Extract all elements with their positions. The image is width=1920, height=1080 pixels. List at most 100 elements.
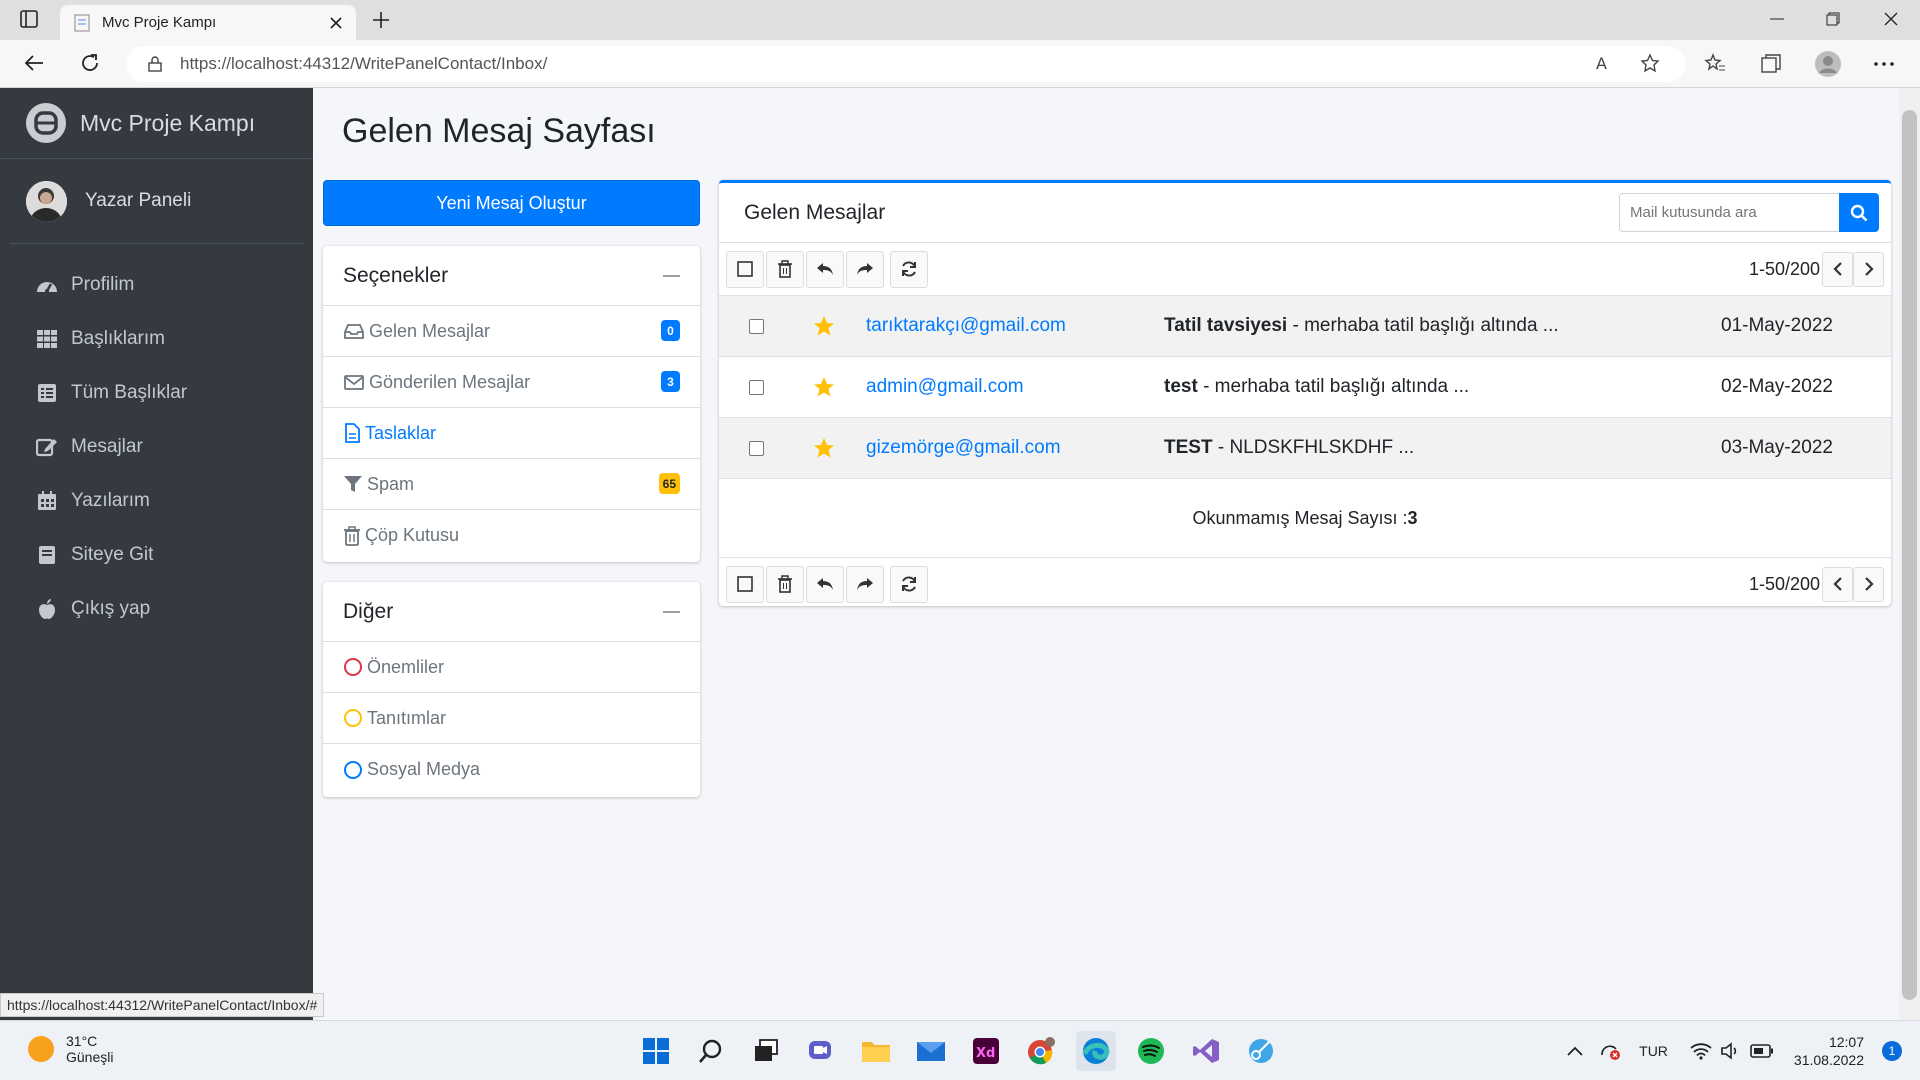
folder-spam[interactable]: Spam 65 [323, 459, 700, 510]
star-icon[interactable] [794, 376, 854, 398]
read-aloud-icon[interactable]: A [1596, 54, 1616, 72]
mail-subject[interactable]: TEST - NLDSKFHLSKDHF ... [1164, 437, 1721, 459]
browser-tab[interactable]: Mvc Proje Kampı [60, 5, 356, 40]
sidebar-item-yazilarim[interactable]: Yazılarım [0, 474, 313, 528]
star-icon[interactable] [794, 437, 854, 459]
chrome-icon[interactable] [1021, 1031, 1061, 1071]
add-favorite-icon[interactable] [1640, 53, 1662, 75]
refresh-icon[interactable] [80, 53, 100, 73]
start-icon[interactable] [636, 1031, 676, 1071]
folder-cop-kutusu[interactable]: Çöp Kutusu [323, 510, 700, 561]
url-field[interactable]: https://localhost:44312/WritePanelContac… [126, 46, 1686, 82]
label-sosyal-medya[interactable]: Sosyal Medya [323, 744, 700, 795]
battery-icon[interactable] [1750, 1044, 1774, 1058]
file-explorer-icon[interactable] [856, 1031, 896, 1071]
mail-subject[interactable]: test - merhaba tatil başlığı altında ... [1164, 376, 1721, 398]
search-icon[interactable] [691, 1031, 731, 1071]
prev-page-button[interactable] [1822, 566, 1853, 602]
checkbox-icon [737, 261, 753, 277]
spotify-icon[interactable] [1131, 1031, 1171, 1071]
back-icon[interactable] [24, 54, 44, 72]
visual-studio-icon[interactable] [1186, 1031, 1226, 1071]
sidebar-item-profilim[interactable]: Profilim [0, 258, 313, 312]
refresh-button[interactable] [890, 250, 928, 288]
scrollbar-thumb[interactable] [1902, 110, 1917, 1000]
collapse-icon[interactable] [663, 610, 680, 613]
select-all-button[interactable] [726, 565, 764, 603]
circle-warning-icon [343, 708, 363, 728]
mail-row[interactable]: gizemörge@gmail.com TEST - NLDSKFHLSKDHF… [719, 417, 1891, 478]
mail-subject[interactable]: Tatil tavsiyesi - merhaba tatil başlığı … [1164, 315, 1721, 337]
brand-link[interactable]: Mvc Proje Kampı [0, 88, 313, 159]
mail-row[interactable]: admin@gmail.com test - merhaba tatil baş… [719, 356, 1891, 417]
task-view-icon[interactable] [746, 1031, 786, 1071]
maximize-icon[interactable] [1826, 12, 1840, 26]
row-checkbox[interactable] [719, 440, 794, 456]
page-scrollbar[interactable] [1899, 88, 1920, 1020]
search-button[interactable] [1839, 193, 1879, 232]
select-all-button[interactable] [726, 250, 764, 288]
folder-gelen-mesajlar[interactable]: Gelen Mesajlar 0 [323, 306, 700, 357]
prev-page-button[interactable] [1822, 251, 1853, 287]
clock[interactable]: 12:07 31.08.2022 [1794, 1033, 1864, 1069]
mail-row[interactable]: tarıktarakçı@gmail.com Tatil tavsiyesi -… [719, 295, 1891, 356]
close-tab-icon[interactable] [330, 16, 342, 29]
reply-button[interactable] [806, 250, 844, 288]
collapse-icon[interactable] [663, 274, 680, 277]
label-onemliler[interactable]: Önemliler [323, 642, 700, 693]
sidebar-item-cikis-yap[interactable]: Çıkış yap [0, 582, 313, 636]
adobe-xd-icon[interactable]: Xd [966, 1031, 1006, 1071]
pager-bottom: 1-50/200 [1749, 566, 1884, 602]
row-checkbox[interactable] [719, 318, 794, 334]
minimize-icon[interactable] [1770, 18, 1784, 20]
sidebar-item-basliklarim[interactable]: Başlıklarım [0, 312, 313, 366]
collections-icon[interactable] [1760, 53, 1782, 75]
notification-badge[interactable]: 1 [1882, 1041, 1902, 1061]
delete-button[interactable] [766, 565, 804, 603]
volume-icon[interactable] [1720, 1042, 1742, 1060]
folder-gonderilen-mesajlar[interactable]: Gönderilen Mesajlar 3 [323, 357, 700, 408]
label-tanitimlar[interactable]: Tanıtımlar [323, 693, 700, 744]
wifi-icon[interactable] [1690, 1042, 1712, 1060]
weather-widget[interactable]: 31°C Güneşli [28, 1033, 113, 1065]
mail-app-icon[interactable] [911, 1031, 951, 1071]
close-window-icon[interactable] [1884, 12, 1898, 26]
reply-button[interactable] [806, 565, 844, 603]
brand-text: Mvc Proje Kampı [80, 109, 256, 136]
forward-button[interactable] [846, 250, 884, 288]
mail-search-input[interactable] [1619, 193, 1839, 232]
network-warning-icon[interactable] [1599, 1041, 1621, 1061]
new-message-button[interactable]: Yeni Mesaj Oluştur [323, 180, 700, 226]
sidebar-item-label: Tüm Başlıklar [71, 382, 188, 403]
folder-taslaklar[interactable]: Taslaklar [323, 408, 700, 459]
sidebar-toggle-icon[interactable] [20, 10, 38, 28]
next-page-button[interactable] [1853, 566, 1884, 602]
sidebar-item-tum-basliklar[interactable]: Tüm Başlıklar [0, 366, 313, 420]
star-icon[interactable] [794, 315, 854, 337]
language-indicator[interactable]: TUR [1639, 1043, 1668, 1059]
chat-icon[interactable] [801, 1031, 841, 1071]
profile-icon[interactable] [1814, 50, 1842, 78]
forward-button[interactable] [846, 565, 884, 603]
taskbar: 31°C Güneşli Xd TUR 12:07 31.08.2022 1 [0, 1020, 1920, 1080]
delete-button[interactable] [766, 250, 804, 288]
edge-icon[interactable] [1076, 1031, 1116, 1071]
reply-icon [816, 261, 834, 277]
mail-sender[interactable]: tarıktarakçı@gmail.com [854, 315, 1164, 337]
new-tab-icon[interactable] [372, 11, 390, 29]
chevron-up-icon[interactable] [1567, 1046, 1583, 1056]
row-checkbox[interactable] [719, 379, 794, 395]
snipping-tool-icon[interactable] [1241, 1031, 1281, 1071]
user-panel[interactable]: Yazar Paneli [10, 159, 303, 244]
mail-sender[interactable]: gizemörge@gmail.com [854, 437, 1164, 459]
sidebar-item-label: Siteye Git [71, 544, 154, 565]
next-page-button[interactable] [1853, 251, 1884, 287]
favorites-icon[interactable] [1704, 53, 1726, 75]
avatar [26, 180, 67, 222]
refresh-button[interactable] [890, 565, 928, 603]
mail-sender[interactable]: admin@gmail.com [854, 376, 1164, 398]
sidebar-item-mesajlar[interactable]: Mesajlar [0, 420, 313, 474]
unread-label: Okunmamış Mesaj Sayısı : [1192, 507, 1408, 528]
more-icon[interactable] [1874, 62, 1894, 66]
sidebar-item-siteye-git[interactable]: Siteye Git [0, 528, 313, 582]
